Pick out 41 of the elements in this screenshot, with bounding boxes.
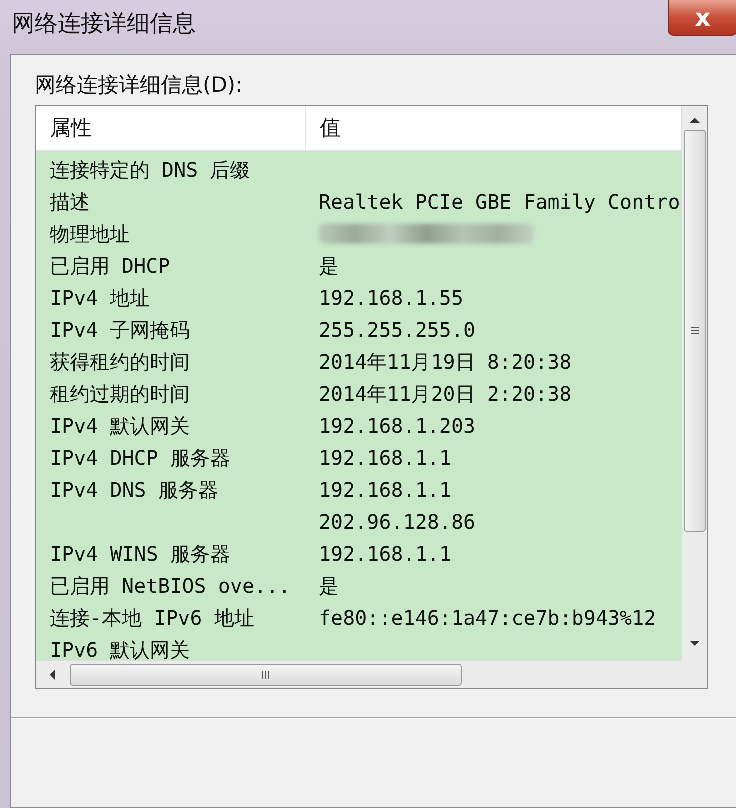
scroll-left-icon[interactable] [48,668,56,680]
property-cell: 描述 [50,190,90,214]
property-cell: 物理地址 [50,222,130,246]
list-label: 网络连接详细信息(D): [35,72,244,99]
value-cell: 192.168.1.55 [319,286,464,310]
column-header[interactable]: 属性 [36,106,306,150]
column-header[interactable]: 值 [306,106,681,150]
property-cell: 获得租约的时间 [50,350,190,374]
value-cell: 是 [319,252,339,280]
value-cell: 192.168.1.203 [319,414,476,438]
vertical-scroll-thumb[interactable] [684,130,706,532]
property-cell: 已启用 DHCP [50,254,170,278]
details-list[interactable] [35,105,708,689]
property-cell: 已启用 NetBIOS ove... [50,574,291,598]
scroll-up-icon[interactable] [688,116,700,124]
horizontal-scroll-thumb[interactable] [70,664,462,686]
property-cell: IPv4 子网掩码 [50,318,190,342]
value-cell: Realtek PCIe GBE Family Contro [319,190,680,214]
property-cell: IPv4 DNS 服务器 [50,478,218,502]
close-button[interactable]: x [668,0,736,36]
value-cell: 192.168.1.1 [319,446,452,470]
value-cell: 2014年11月19日 8:20:38 [319,348,572,376]
value-cell: 202.96.128.86 [319,510,476,534]
value-cell: 2014年11月20日 2:20:38 [319,380,572,408]
value-cell: 是 [319,572,339,600]
grip-icon [690,326,700,336]
property-cell: 租约过期的时间 [50,382,190,406]
property-cell: 连接-本地 IPv6 地址 [50,606,254,630]
value-cell: 255.255.255.0 [319,318,476,342]
property-cell: IPv6 默认网关 [50,638,190,660]
property-cell: IPv4 WINS 服务器 [50,542,230,566]
scroll-down-icon[interactable] [688,640,700,648]
grip-icon [261,670,271,680]
property-cell: 连接特定的 DNS 后缀 [50,158,250,182]
property-cell: IPv4 默认网关 [50,414,190,438]
property-cell: IPv4 DHCP 服务器 [50,446,230,470]
property-cell: IPv4 地址 [50,286,150,310]
window-title: 网络连接详细信息 [11,10,196,39]
value-cell: 192.168.1.1 [319,542,452,566]
value-cell: 192.168.1.1 [319,478,452,502]
value-cell: fe80::e146:1a47:ce7b:b943%12 [319,606,656,630]
